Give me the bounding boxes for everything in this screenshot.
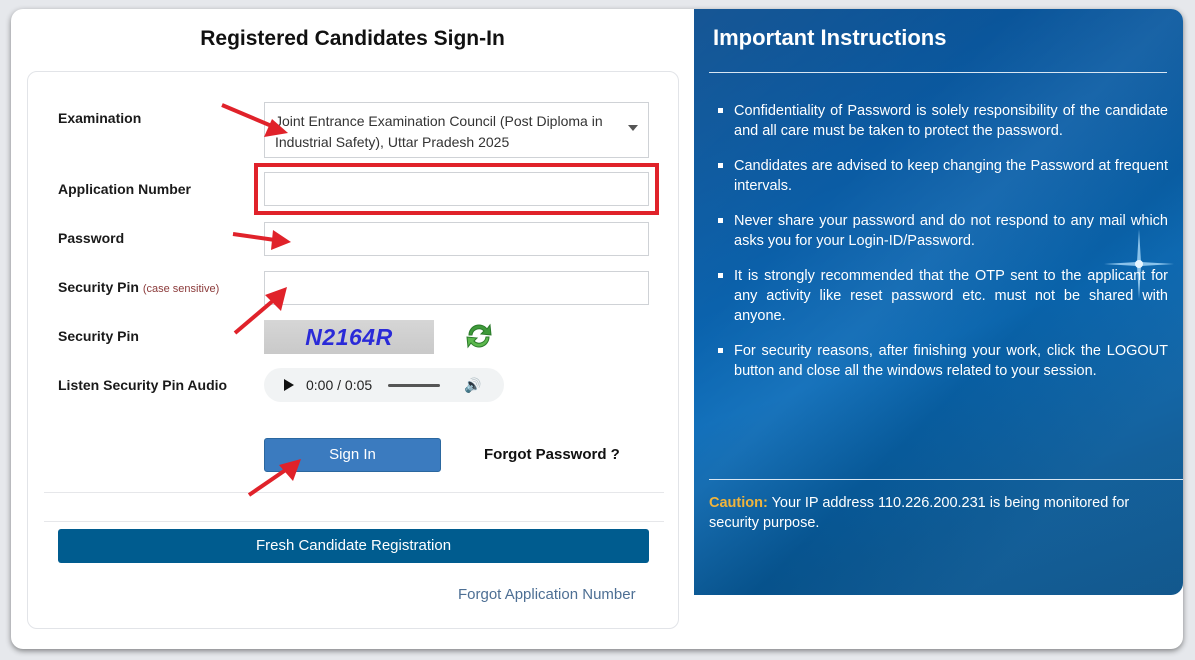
signin-card: Examination Joint Entrance Examination C… [27,71,679,629]
login-window: Registered Candidates Sign-In Examinatio… [11,9,1183,649]
audio-player: 0:00 / 0:05 🔊 [264,368,504,402]
password-input[interactable] [264,222,649,256]
divider [44,521,664,522]
bullet-icon [718,108,723,113]
volume-icon[interactable]: 🔊 [464,377,481,394]
security-pin-label: Security Pin (case sensitive) [58,279,219,295]
audio-progress-slider[interactable] [388,383,441,387]
bullet-icon [718,163,723,168]
divider [709,479,1183,480]
play-icon[interactable] [284,379,294,391]
instructions-title: Important Instructions [713,25,947,50]
forgot-application-number-link[interactable]: Forgot Application Number [458,586,636,603]
caution-label: Caution: [709,495,768,511]
application-number-label: Application Number [58,181,192,197]
audio-label: Listen Security Pin Audio [58,377,228,393]
bullet-icon [718,273,723,278]
password-label: Password [58,230,125,246]
instructions-panel: Important Instructions Confidentiality o… [694,9,1183,595]
security-pin-input[interactable] [264,271,649,305]
fresh-registration-button[interactable]: Fresh Candidate Registration [58,529,649,563]
bullet-icon [718,348,723,353]
instruction-item: For security reasons, after finishing yo… [716,341,1168,381]
caution-notice: Caution: Your IP address 110.226.200.231… [709,493,1149,533]
captcha-label: Security Pin [58,328,139,344]
examination-selected-value: Joint Entrance Examination Council (Post… [275,113,603,150]
application-number-input[interactable] [264,172,649,206]
forgot-password-link[interactable]: Forgot Password ? [484,446,620,463]
caution-text: Your IP address 110.226.200.231 is being… [709,495,1130,531]
audio-time: 0:00 / 0:05 [306,377,373,393]
divider [44,492,664,493]
examination-label: Examination [58,110,142,126]
refresh-captcha-icon[interactable] [463,320,495,352]
instruction-item: Never share your password and do not res… [716,211,1168,251]
bullet-icon [718,218,723,223]
divider [709,72,1167,73]
case-sensitive-hint: (case sensitive) [142,283,220,295]
instruction-item: It is strongly recommended that the OTP … [716,266,1168,326]
chevron-down-icon [628,125,638,131]
page-title: Registered Candidates Sign-In [200,27,505,50]
captcha-image: N2164R [264,320,434,354]
instructions-list: Confidentiality of Password is solely re… [716,101,1168,396]
security-pin-label-text: Security Pin [58,279,139,295]
signin-panel: Registered Candidates Sign-In Examinatio… [11,9,694,649]
instruction-item: Candidates are advised to keep changing … [716,156,1168,196]
examination-select[interactable]: Joint Entrance Examination Council (Post… [264,102,649,158]
signin-button[interactable]: Sign In [264,438,441,472]
instruction-item: Confidentiality of Password is solely re… [716,101,1168,141]
